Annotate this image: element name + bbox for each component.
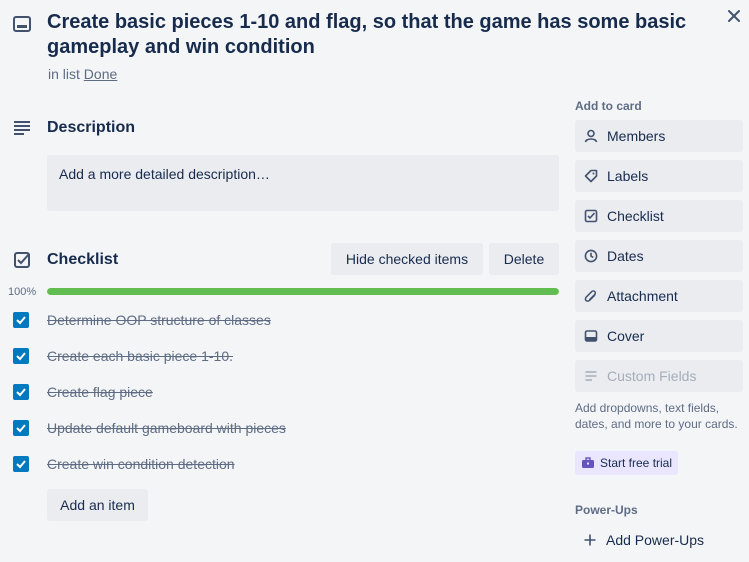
start-free-trial-label: Start free trial: [600, 456, 673, 470]
in-list-breadcrumb: in list Done: [48, 66, 117, 82]
check-icon: [16, 424, 26, 433]
in-list-prefix: in list: [48, 66, 80, 82]
checklist-item[interactable]: Create each basic piece 1-10.: [13, 344, 573, 368]
checkbox[interactable]: [13, 456, 29, 472]
briefcase-icon: [581, 457, 595, 469]
check-icon: [16, 460, 26, 469]
check-icon: [16, 352, 26, 361]
checklist-item-text[interactable]: Create each basic piece 1-10.: [47, 348, 233, 364]
description-input[interactable]: Add a more detailed description…: [47, 155, 559, 211]
checklist-item[interactable]: Create win condition detection: [13, 452, 573, 476]
list-link[interactable]: Done: [84, 66, 117, 82]
check-icon: [16, 388, 26, 397]
cover-button[interactable]: Cover: [575, 320, 743, 352]
checklist-item-text[interactable]: Update default gameboard with pieces: [47, 420, 286, 436]
checklist-item[interactable]: Determine OOP structure of classes: [13, 308, 573, 332]
checkbox-icon: [583, 208, 599, 224]
hide-checked-button[interactable]: Hide checked items: [331, 243, 483, 275]
progress-percent: 100%: [8, 286, 37, 298]
checklist-heading: Checklist: [47, 251, 119, 268]
dates-label: Dates: [607, 248, 644, 264]
checklist-item-text[interactable]: Determine OOP structure of classes: [47, 312, 271, 328]
close-icon[interactable]: [724, 6, 744, 26]
custom-fields-icon: [583, 368, 599, 384]
checklist-item[interactable]: Update default gameboard with pieces: [13, 416, 573, 440]
description-heading: Description: [47, 119, 136, 136]
checklist-button[interactable]: Checklist: [575, 200, 743, 232]
members-label: Members: [607, 128, 666, 144]
custom-fields-button[interactable]: Custom Fields: [575, 360, 743, 392]
paperclip-icon: [583, 288, 599, 304]
checklist-button-label: Checklist: [607, 208, 664, 224]
checklist-item-text[interactable]: Create win condition detection: [47, 456, 235, 472]
check-icon: [16, 316, 26, 325]
checklist-icon: [12, 250, 32, 270]
add-power-ups-label: Add Power-Ups: [606, 532, 705, 548]
labels-label: Labels: [607, 168, 649, 184]
start-free-trial-button[interactable]: Start free trial: [575, 451, 679, 475]
cover-label: Cover: [607, 328, 645, 344]
plus-icon: [583, 533, 597, 547]
checkbox[interactable]: [13, 384, 29, 400]
card-icon: [12, 14, 32, 34]
checkbox[interactable]: [13, 348, 29, 364]
custom-fields-label: Custom Fields: [607, 368, 697, 384]
dates-button[interactable]: Dates: [575, 240, 743, 272]
power-ups-label: Power-Ups: [575, 503, 638, 517]
attachment-button[interactable]: Attachment: [575, 280, 743, 312]
add-item-button[interactable]: Add an item: [47, 489, 148, 521]
tag-icon: [583, 168, 599, 184]
checkbox[interactable]: [13, 420, 29, 436]
add-power-ups-button[interactable]: Add Power-Ups: [575, 528, 704, 552]
checkbox[interactable]: [13, 312, 29, 328]
person-icon: [583, 128, 599, 144]
clock-icon: [583, 248, 599, 264]
custom-fields-upsell: Add dropdowns, text fields, dates, and m…: [575, 401, 738, 431]
members-button[interactable]: Members: [575, 120, 743, 152]
cover-icon: [583, 328, 599, 344]
attachment-label: Attachment: [607, 288, 678, 304]
delete-checklist-button[interactable]: Delete: [489, 243, 559, 275]
progress-fill: [47, 288, 559, 295]
labels-button[interactable]: Labels: [575, 160, 743, 192]
checklist-item[interactable]: Create flag piece: [13, 380, 573, 404]
description-icon: [12, 118, 32, 138]
add-to-card-label: Add to card: [575, 99, 642, 113]
checklist-item-text[interactable]: Create flag piece: [47, 384, 153, 400]
card-title[interactable]: Create basic pieces 1-10 and flag, so th…: [47, 10, 687, 60]
progress-bar: [47, 288, 559, 295]
